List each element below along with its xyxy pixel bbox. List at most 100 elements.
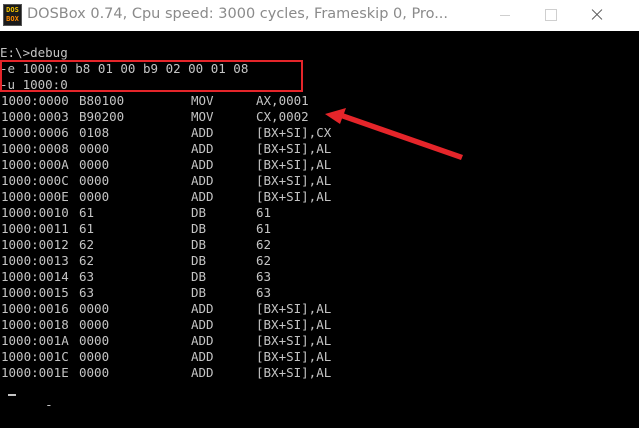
disassembly-mnemonic: ADD	[191, 141, 214, 156]
disassembly-machine-code: 0000	[79, 141, 110, 156]
disassembly-address: 1000:0015	[1, 285, 69, 300]
disassembly-mnemonic: DB	[191, 237, 207, 252]
disassembly-machine-code: 0000	[79, 333, 110, 348]
dosbox-window: DOS BOX DOSBox 0.74, Cpu speed: 3000 cyc…	[0, 0, 639, 428]
app-icon-text-top: DOS	[6, 6, 19, 14]
disassembly-row: 1000:0010 61 DB 61	[0, 205, 639, 221]
disassembly-address: 1000:0010	[1, 205, 69, 220]
disassembly-row: 1000:0015 63 DB 63	[0, 285, 639, 301]
disassembly-mnemonic: ADD	[191, 349, 214, 364]
disassembly-row: 1000:001C 0000 ADD [BX+SI],AL	[0, 349, 639, 365]
disassembly-address: 1000:0012	[1, 237, 69, 252]
disassembly-mnemonic: ADD	[191, 317, 214, 332]
disassembly-machine-code: 0000	[79, 173, 110, 188]
title-bar[interactable]: DOS BOX DOSBox 0.74, Cpu speed: 3000 cyc…	[0, 0, 639, 31]
disassembly-address: 1000:001C	[1, 349, 69, 364]
window-title: DOSBox 0.74, Cpu speed: 3000 cycles, Fra…	[27, 6, 449, 22]
prompt-line: E:\>debug	[0, 45, 68, 60]
disassembly-machine-code: 61	[79, 205, 95, 220]
disassembly-operands: 62	[256, 237, 272, 252]
disassembly-operands: 63	[256, 269, 272, 284]
disassembly-mnemonic: ADD	[191, 365, 214, 380]
disassembly-address: 1000:0008	[1, 141, 69, 156]
annotation-highlight-box	[0, 60, 303, 92]
dosbox-app-icon: DOS BOX	[3, 4, 22, 26]
disassembly-operands: [BX+SI],AL	[256, 301, 332, 316]
disassembly-row: 1000:0006 0108 ADD [BX+SI],CX	[0, 125, 639, 141]
disassembly-address: 1000:0003	[1, 109, 69, 124]
disassembly-row: 1000:0013 62 DB 62	[0, 253, 639, 269]
disassembly-operands: [BX+SI],AL	[256, 365, 332, 380]
disassembly-machine-code: 0108	[79, 125, 110, 140]
disassembly-row: 1000:0012 62 DB 62	[0, 237, 639, 253]
disassembly-address: 1000:000E	[1, 189, 69, 204]
minimize-icon	[500, 15, 510, 16]
disassembly-row: 1000:0011 61 DB 61	[0, 221, 639, 237]
disassembly-mnemonic: DB	[191, 285, 207, 300]
disassembly-mnemonic: DB	[191, 205, 207, 220]
disassembly-machine-code: B90200	[79, 109, 125, 124]
disassembly-address: 1000:0006	[1, 125, 69, 140]
app-icon-text-bottom: BOX	[6, 15, 19, 23]
disassembly-row: 1000:0008 0000 ADD [BX+SI],AL	[0, 141, 639, 157]
disassembly-operands: AX,0001	[256, 93, 309, 108]
disassembly-machine-code: 62	[79, 237, 95, 252]
disassembly-operands: 61	[256, 205, 272, 220]
disassembly-address: 1000:000A	[1, 157, 69, 172]
maximize-icon	[545, 9, 557, 21]
disassembly-address: 1000:0011	[1, 221, 69, 236]
maximize-button[interactable]	[528, 0, 574, 31]
disassembly-machine-code: 63	[79, 269, 95, 284]
disassembly-machine-code: 0000	[79, 349, 110, 364]
disassembly-address: 1000:0000	[1, 93, 69, 108]
disassembly-row: 1000:001A 0000 ADD [BX+SI],AL	[0, 333, 639, 349]
disassembly-operands: 63	[256, 285, 272, 300]
disassembly-address: 1000:000C	[1, 173, 69, 188]
disassembly-row: 1000:000E 0000 ADD [BX+SI],AL	[0, 189, 639, 205]
disassembly-mnemonic: DB	[191, 253, 207, 268]
disassembly-machine-code: 0000	[79, 317, 110, 332]
disassembly-address: 1000:0018	[1, 317, 69, 332]
disassembly-operands: [BX+SI],AL	[256, 141, 332, 156]
disassembly-mnemonic: DB	[191, 269, 207, 284]
disassembly-operands: [BX+SI],CX	[256, 125, 332, 140]
disassembly-machine-code: 62	[79, 253, 95, 268]
disassembly-mnemonic: ADD	[191, 333, 214, 348]
disassembly-address: 1000:001A	[1, 333, 69, 348]
disassembly-operands: 62	[256, 253, 272, 268]
disassembly-mnemonic: ADD	[191, 301, 214, 316]
disassembly-row: 1000:0014 63 DB 63	[0, 269, 639, 285]
disassembly-row: 1000:0018 0000 ADD [BX+SI],AL	[0, 317, 639, 333]
disassembly-mnemonic: DB	[191, 221, 207, 236]
disassembly-row: 1000:0003 B90200 MOV CX,0002	[0, 109, 639, 125]
disassembly-operands: [BX+SI],AL	[256, 317, 332, 332]
disassembly-machine-code: 0000	[79, 157, 110, 172]
disassembly-row: 1000:001E 0000 ADD [BX+SI],AL	[0, 365, 639, 381]
final-prompt-line[interactable]: -	[0, 381, 639, 412]
disassembly-machine-code: 0000	[79, 365, 110, 380]
disassembly-operands: 61	[256, 221, 272, 236]
terminal-output[interactable]: E:\>debug -e 1000:0 b8 01 00 b9 02 00 01…	[0, 45, 639, 412]
disassembly-address: 1000:0016	[1, 301, 69, 316]
disassembly-mnemonic: MOV	[191, 93, 214, 108]
close-icon	[590, 8, 604, 22]
disassembly-machine-code: 63	[79, 285, 95, 300]
minimize-button[interactable]	[482, 0, 528, 31]
text-cursor	[8, 394, 16, 396]
disassembly-operands: CX,0002	[256, 109, 309, 124]
disassembly-row: 1000:0016 0000 ADD [BX+SI],AL	[0, 301, 639, 317]
disassembly-row: 1000:000A 0000 ADD [BX+SI],AL	[0, 157, 639, 173]
close-button[interactable]	[574, 0, 620, 31]
disassembly-mnemonic: ADD	[191, 125, 214, 140]
disassembly-mnemonic: MOV	[191, 109, 214, 124]
disassembly-operands: [BX+SI],AL	[256, 333, 332, 348]
disassembly-address: 1000:001E	[1, 365, 69, 380]
disassembly-operands: [BX+SI],AL	[256, 349, 332, 364]
disassembly-operands: [BX+SI],AL	[256, 189, 332, 204]
disassembly-address: 1000:0014	[1, 269, 69, 284]
disassembly-mnemonic: ADD	[191, 173, 214, 188]
disassembly-row: 1000:000C 0000 ADD [BX+SI],AL	[0, 173, 639, 189]
disassembly-operands: [BX+SI],AL	[256, 173, 332, 188]
disassembly-machine-code: 61	[79, 221, 95, 236]
disassembly-address: 1000:0013	[1, 253, 69, 268]
